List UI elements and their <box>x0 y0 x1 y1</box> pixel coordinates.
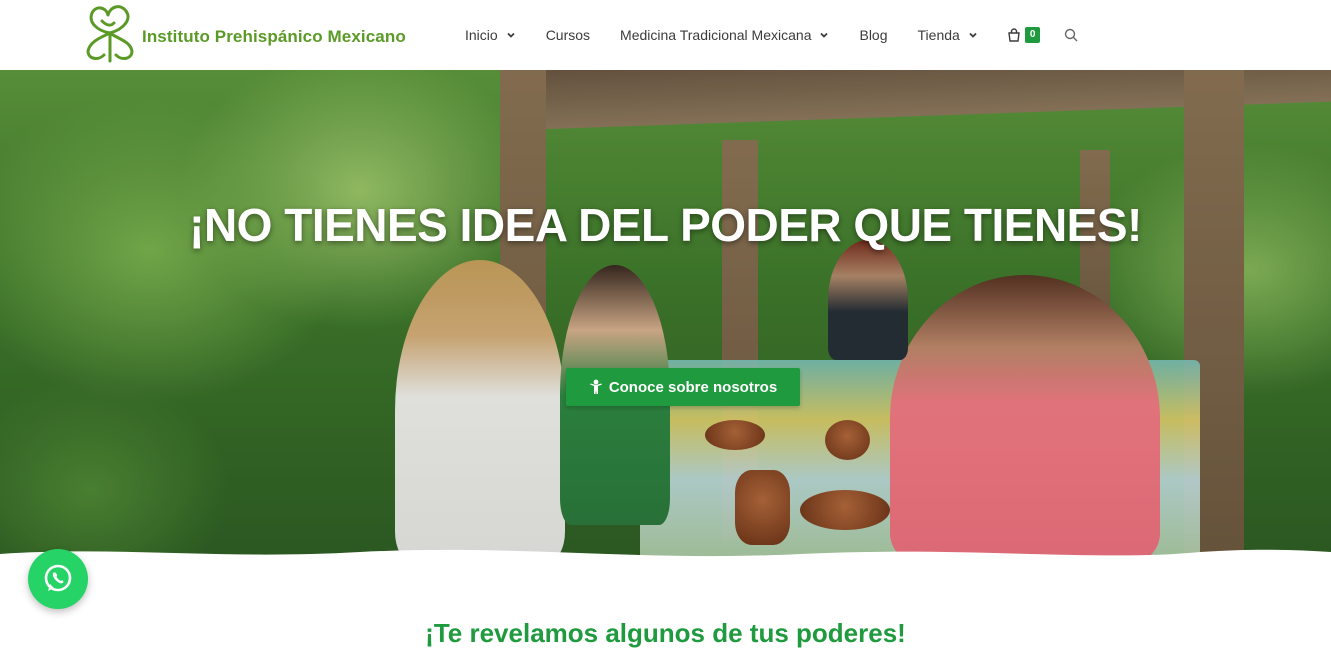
site-name: Instituto Prehispánico Mexicano <box>142 27 406 46</box>
site-logo[interactable]: Instituto Prehispánico Mexicano <box>80 0 406 68</box>
nav-item-medicina[interactable]: Medicina Tradicional Mexicana <box>605 0 844 70</box>
nav-item-label: Medicina Tradicional Mexicana <box>620 27 812 43</box>
chevron-down-icon <box>969 32 977 38</box>
flower-leaf-logo-icon <box>86 5 134 63</box>
nav-item-label: Tienda <box>917 27 960 43</box>
search-button[interactable] <box>1054 0 1088 70</box>
chevron-down-icon <box>507 32 515 38</box>
hero-banner: ¡NO TIENES IDEA DEL PODER QUE TIENES! Co… <box>0 70 1331 562</box>
whatsapp-icon <box>44 564 72 592</box>
cart-count-badge: 0 <box>1024 27 1041 43</box>
nav-item-tienda[interactable]: Tienda <box>903 0 993 70</box>
nav-item-label: Inicio <box>465 27 498 43</box>
nav-item-cursos[interactable]: Cursos <box>531 0 605 70</box>
whatsapp-button[interactable] <box>28 549 88 609</box>
cart-button[interactable]: 0 <box>993 0 1055 70</box>
nav-item-blog[interactable]: Blog <box>844 0 902 70</box>
site-header: Instituto Prehispánico Mexicano Inicio C… <box>0 0 1331 70</box>
hero-bottom-wave <box>0 549 1331 570</box>
hero-overlay <box>0 70 1331 562</box>
about-us-button-label: Conoce sobre nosotros <box>608 378 778 396</box>
main-nav: Inicio Cursos Medicina Tradicional Mexic… <box>450 0 1088 70</box>
nav-item-inicio[interactable]: Inicio <box>450 0 531 70</box>
hero-title: ¡NO TIENES IDEA DEL PODER QUE TIENES! <box>189 199 1142 251</box>
nav-item-label: Blog <box>859 27 888 43</box>
chevron-down-icon <box>820 32 829 38</box>
nav-item-label: Cursos <box>545 27 591 43</box>
about-us-button[interactable]: Conoce sobre nosotros <box>566 368 800 406</box>
person-icon <box>589 379 602 394</box>
shopping-bag-icon <box>1008 28 1020 42</box>
search-icon <box>1065 28 1078 42</box>
